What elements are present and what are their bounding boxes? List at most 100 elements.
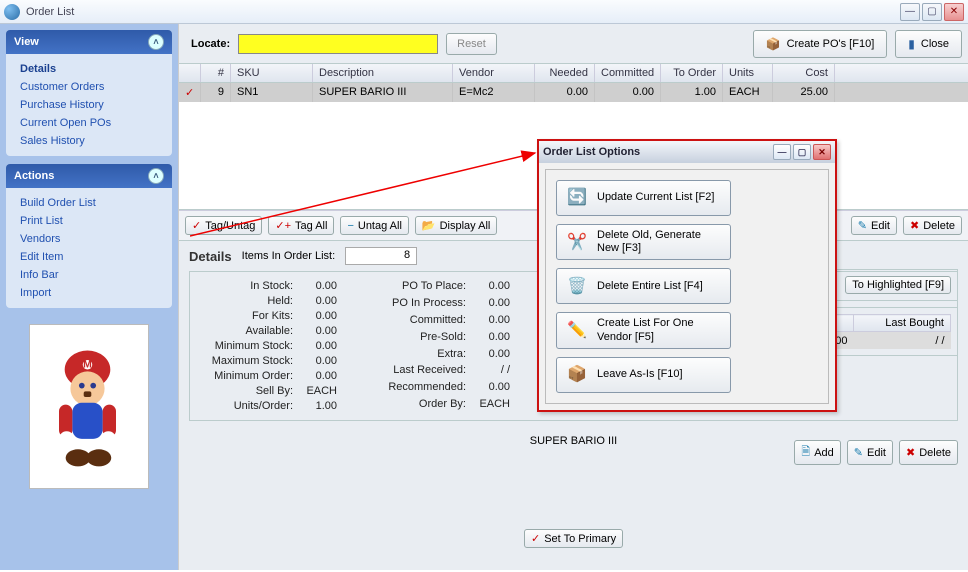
delete-button[interactable]: ✖Delete bbox=[899, 440, 958, 465]
col-tag[interactable] bbox=[179, 64, 201, 82]
check-plus-icon: ✓+ bbox=[275, 219, 291, 232]
v-sellby: EACH bbox=[293, 385, 341, 397]
items-in-value: 8 bbox=[345, 247, 417, 265]
k-extra: Extra: bbox=[371, 348, 466, 362]
close-button[interactable]: ▮ Close bbox=[895, 30, 962, 58]
k-orderby: Order By: bbox=[371, 398, 466, 412]
locate-input[interactable] bbox=[238, 34, 438, 54]
k-held: Held: bbox=[198, 295, 293, 307]
col-num[interactable]: # bbox=[201, 64, 231, 82]
create-list-one-vendor-button[interactable]: ✏️Create List For One Vendor [F5] bbox=[556, 312, 731, 348]
set-primary-button[interactable]: ✓Set To Primary bbox=[524, 529, 623, 548]
v-pip: 0.00 bbox=[466, 297, 514, 311]
sidebar-item-vendors[interactable]: Vendors bbox=[6, 230, 172, 248]
svg-text:M: M bbox=[83, 360, 92, 371]
k-rec: Recommended: bbox=[371, 381, 466, 395]
grid-edit-button[interactable]: ✎Edit bbox=[851, 216, 897, 235]
sidebar-item-sales-history[interactable]: Sales History bbox=[6, 132, 172, 150]
actions-panel: Build Order List Print List Vendors Edit… bbox=[6, 188, 172, 308]
v-avail: 0.00 bbox=[293, 325, 341, 337]
minus-icon: − bbox=[347, 220, 353, 232]
col-toorder[interactable]: To Order bbox=[661, 64, 723, 82]
grid-header: # SKU Description Vendor Needed Committe… bbox=[179, 64, 968, 83]
add-button[interactable]: 🗎Add bbox=[794, 440, 840, 465]
sidebar-item-customer-orders[interactable]: Customer Orders bbox=[6, 78, 172, 96]
leave-as-is-button[interactable]: 📦Leave As-Is [F10] bbox=[556, 357, 731, 393]
col-desc[interactable]: Description bbox=[313, 64, 453, 82]
check-icon: ✓ bbox=[192, 219, 201, 232]
tag-all-button[interactable]: ✓+Tag All bbox=[268, 216, 334, 235]
dialog-maximize-button[interactable]: ▢ bbox=[793, 144, 811, 160]
sidebar-item-edit-item[interactable]: Edit Item bbox=[6, 248, 172, 266]
cell-val2: / / bbox=[854, 332, 951, 350]
close-label: Close bbox=[921, 38, 949, 50]
v-minstock: 0.00 bbox=[293, 340, 341, 352]
sidebar-item-build-order-list[interactable]: Build Order List bbox=[6, 194, 172, 212]
grid-delete-button[interactable]: ✖Delete bbox=[903, 216, 962, 235]
k-unitsorder: Units/Order: bbox=[198, 400, 293, 412]
k-avail: Available: bbox=[198, 325, 293, 337]
view-panel: Details Customer Orders Purchase History… bbox=[6, 54, 172, 156]
chevron-up-icon: ˄ bbox=[148, 168, 164, 184]
cell-desc: SUPER BARIO III bbox=[313, 83, 453, 102]
trash-icon: 🗑️ bbox=[565, 274, 589, 298]
create-pos-button[interactable]: 📦 Create PO's [F10] bbox=[753, 30, 888, 58]
box-icon: 📦 bbox=[766, 37, 781, 51]
details-title: Details bbox=[189, 249, 232, 264]
sidebar-item-purchase-history[interactable]: Purchase History bbox=[6, 96, 172, 114]
delete-entire-list-button[interactable]: 🗑️Delete Entire List [F4] bbox=[556, 268, 731, 304]
cell-sku: SN1 bbox=[231, 83, 313, 102]
col-committed[interactable]: Committed bbox=[595, 64, 661, 82]
display-all-button[interactable]: 📂Display All bbox=[415, 216, 497, 235]
cell-cost: 25.00 bbox=[773, 83, 835, 102]
col-units[interactable]: Units bbox=[723, 64, 773, 82]
view-panel-header[interactable]: View ˄ bbox=[6, 30, 172, 54]
tag-untag-button[interactable]: ✓Tag/Untag bbox=[185, 216, 262, 235]
col-needed[interactable]: Needed bbox=[535, 64, 595, 82]
edit-button[interactable]: ✎Edit bbox=[847, 440, 893, 465]
col-lastbought[interactable]: Last Bought bbox=[854, 315, 951, 332]
col-vendor[interactable]: Vendor bbox=[453, 64, 535, 82]
sidebar-item-info-bar[interactable]: Info Bar bbox=[6, 266, 172, 284]
v-minorder: 0.00 bbox=[293, 370, 341, 382]
toolbar: Locate: Reset 📦 Create PO's [F10] ▮ Clos… bbox=[179, 24, 968, 64]
to-highlighted-button[interactable]: To Highlighted [F9] bbox=[845, 276, 951, 294]
cell-committed: 0.00 bbox=[595, 83, 661, 102]
sidebar-item-import[interactable]: Import bbox=[6, 284, 172, 302]
v-orderby: EACH bbox=[466, 398, 514, 412]
actions-panel-header[interactable]: Actions ˄ bbox=[6, 164, 172, 188]
cell-toorder: 1.00 bbox=[661, 83, 723, 102]
details-col-right: PO To Place:0.00 PO In Process:0.00 Comm… bbox=[371, 280, 514, 412]
dialog-title: Order List Options bbox=[543, 146, 771, 158]
v-presold: 0.00 bbox=[466, 331, 514, 345]
untag-all-button[interactable]: −Untag All bbox=[340, 216, 408, 235]
scissors-icon: ✂️ bbox=[565, 230, 589, 254]
close-window-button[interactable]: ✕ bbox=[944, 3, 964, 21]
minimize-button[interactable]: — bbox=[900, 3, 920, 21]
cell-units: EACH bbox=[723, 83, 773, 102]
sidebar-item-print-list[interactable]: Print List bbox=[6, 212, 172, 230]
edit-icon: ✎ bbox=[854, 446, 863, 459]
box-icon: 📦 bbox=[565, 363, 589, 387]
v-rec: 0.00 bbox=[466, 381, 514, 395]
grid-row[interactable]: ✓ 9 SN1 SUPER BARIO III E=Mc2 0.00 0.00 … bbox=[179, 83, 968, 102]
actions-title: Actions bbox=[14, 170, 54, 182]
view-title: View bbox=[14, 36, 39, 48]
sidebar-item-details[interactable]: Details bbox=[6, 60, 172, 78]
dialog-close-button[interactable]: ✕ bbox=[813, 144, 831, 160]
k-committed: Committed: bbox=[371, 314, 466, 328]
col-sku[interactable]: SKU bbox=[231, 64, 313, 82]
titlebar: Order List — ▢ ✕ bbox=[0, 0, 968, 24]
delete-old-generate-new-button[interactable]: ✂️Delete Old, Generate New [F3] bbox=[556, 224, 731, 260]
dialog-minimize-button[interactable]: — bbox=[773, 144, 791, 160]
maximize-button[interactable]: ▢ bbox=[922, 3, 942, 21]
sidebar-item-open-pos[interactable]: Current Open POs bbox=[6, 114, 172, 132]
dialog-titlebar[interactable]: Order List Options — ▢ ✕ bbox=[539, 141, 835, 163]
pencil-icon: ✏️ bbox=[565, 319, 589, 343]
v-instock: 0.00 bbox=[293, 280, 341, 292]
reset-button[interactable]: Reset bbox=[446, 33, 497, 55]
details-col-left: In Stock:0.00 Held:0.00 For Kits:0.00 Av… bbox=[198, 280, 341, 412]
col-cost[interactable]: Cost bbox=[773, 64, 835, 82]
k-sellby: Sell By: bbox=[198, 385, 293, 397]
update-current-list-button[interactable]: 🔄Update Current List [F2] bbox=[556, 180, 731, 216]
